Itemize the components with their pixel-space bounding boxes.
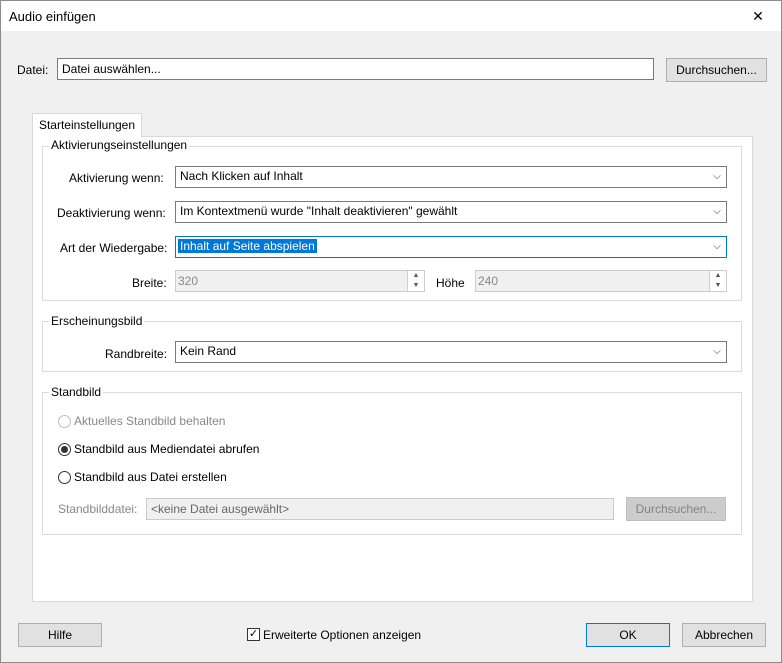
- radio-selected-dot: [61, 446, 68, 453]
- activate-label: Aktivierung wenn:: [69, 171, 164, 185]
- border-value: Kein Rand: [180, 344, 237, 358]
- window-title: Audio einfügen: [9, 9, 96, 24]
- height-spinner[interactable]: 240 ▲ ▼: [475, 270, 727, 292]
- spin-down-icon[interactable]: ▼: [709, 281, 726, 291]
- help-button[interactable]: Hilfe: [18, 623, 102, 647]
- tab-starteinstellungen[interactable]: Starteinstellungen: [32, 113, 142, 137]
- playback-label: Art der Wiedergabe:: [60, 241, 168, 255]
- playback-select[interactable]: Inhalt auf Seite abspielen ⌵: [175, 236, 727, 258]
- poster-option-media-radio[interactable]: [58, 443, 71, 456]
- file-input[interactable]: Datei auswählen...: [57, 58, 654, 80]
- chevron-down-icon: ⌵: [713, 171, 721, 182]
- playback-value: Inhalt auf Seite abspielen: [177, 238, 318, 254]
- height-value: 240: [478, 274, 499, 288]
- activate-value: Nach Klicken auf Inhalt: [180, 169, 303, 183]
- width-value: 320: [178, 274, 199, 288]
- activate-select[interactable]: Nach Klicken auf Inhalt ⌵: [175, 166, 727, 188]
- poster-file-label: Standbilddatei:: [58, 502, 138, 516]
- poster-option-file-label: Standbild aus Datei erstellen: [74, 470, 227, 484]
- poster-option-file-radio[interactable]: [58, 471, 71, 484]
- deactivate-label: Deaktivierung wenn:: [57, 206, 166, 220]
- deactivate-select[interactable]: Im Kontextmenü wurde "Inhalt deaktiviere…: [175, 201, 727, 223]
- poster-file-input[interactable]: <keine Datei ausgewählt>: [146, 498, 614, 520]
- chevron-down-icon: ⌵: [713, 346, 721, 357]
- spin-down-icon[interactable]: ▼: [407, 281, 424, 291]
- width-label: Breite:: [132, 276, 167, 290]
- advanced-options-label: Erweiterte Optionen anzeigen: [263, 628, 422, 642]
- border-select[interactable]: Kein Rand ⌵: [175, 341, 727, 363]
- cancel-button[interactable]: Abbrechen: [682, 623, 766, 647]
- chevron-down-icon: ⌵: [713, 241, 721, 252]
- title-bar[interactable]: Audio einfügen ✕: [1, 1, 781, 31]
- poster-option-keep-radio[interactable]: [58, 415, 71, 428]
- file-label: Datei:: [17, 63, 49, 77]
- ok-button[interactable]: OK: [586, 623, 670, 647]
- width-spinner[interactable]: 320 ▲ ▼: [175, 270, 425, 292]
- appearance-group-title: Erscheinungsbild: [49, 314, 145, 328]
- deactivate-value: Im Kontextmenü wurde "Inhalt deaktiviere…: [180, 204, 458, 218]
- audio-dialog: Audio einfügen ✕ Datei: Datei auswählen.…: [0, 0, 782, 663]
- spin-up-icon[interactable]: ▲: [407, 271, 424, 281]
- spin-up-icon[interactable]: ▲: [709, 271, 726, 281]
- close-icon[interactable]: ✕: [735, 1, 781, 31]
- poster-group-title: Standbild: [49, 385, 104, 399]
- activation-group-title: Aktivierungseinstellungen: [49, 138, 190, 152]
- poster-option-media-label: Standbild aus Mediendatei abrufen: [74, 442, 260, 456]
- poster-browse-button[interactable]: Durchsuchen...: [626, 497, 726, 521]
- height-label: Höhe: [436, 276, 465, 290]
- advanced-options-checkbox[interactable]: ✓: [247, 628, 260, 641]
- poster-option-keep-label: Aktuelles Standbild behalten: [74, 414, 226, 428]
- border-label: Randbreite:: [105, 347, 168, 361]
- file-browse-button[interactable]: Durchsuchen...: [666, 58, 767, 82]
- chevron-down-icon: ⌵: [713, 206, 721, 217]
